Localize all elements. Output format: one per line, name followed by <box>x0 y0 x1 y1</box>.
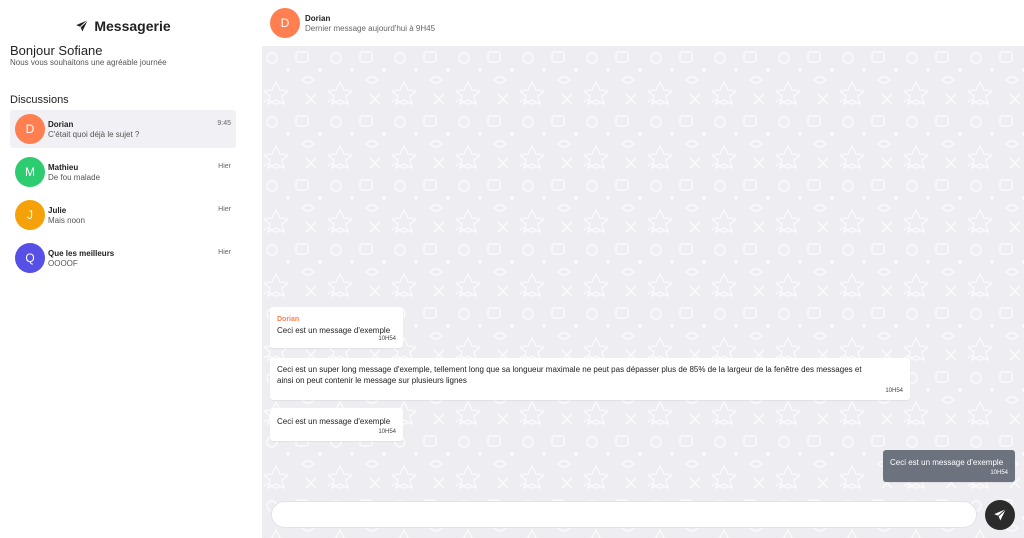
conversation-name: Mathieu <box>48 163 79 172</box>
message-text-line: ainsi on peut contenir le message sur pl… <box>277 376 467 385</box>
conversation-item-mathieu[interactable]: M Mathieu De fou malade Hier <box>10 153 236 191</box>
conversation-time: 9:45 <box>217 120 231 127</box>
sidebar: Messagerie Bonjour Sofiane Nous vous sou… <box>0 0 262 538</box>
avatar: M <box>15 157 45 187</box>
contact-name: Dorian <box>305 14 331 23</box>
conversation-preview: OOOOF <box>48 259 78 268</box>
incoming-message: Dorian Ceci est un message d'exemple 10H… <box>270 307 403 348</box>
message-input[interactable] <box>271 501 977 528</box>
message-text: Ceci est un message d'exemple <box>277 417 391 426</box>
avatar: Q <box>15 243 45 273</box>
conversation-preview: C'était quoi déjà le sujet ? <box>48 130 140 139</box>
message-time: 10H54 <box>990 470 1008 476</box>
conversation-time: Hier <box>218 249 231 256</box>
message-time: 10H54 <box>378 429 396 435</box>
conversation-preview: Mais noon <box>48 216 85 225</box>
brand: Messagerie <box>0 18 246 34</box>
conversation-name: Dorian <box>48 120 74 129</box>
conversation-name: Julie <box>48 206 67 215</box>
chat-panel: D Dorian Dernier message aujourd'hui à 9… <box>262 0 1024 538</box>
message-text-line: Ceci est un super long message d'exemple… <box>277 365 862 374</box>
message-text: Ceci est un message d'exemple <box>277 326 391 335</box>
brand-title: Messagerie <box>94 18 171 34</box>
conversation-item-julie[interactable]: J Julie Mais noon Hier <box>10 196 236 234</box>
greeting: Bonjour Sofiane <box>10 43 103 58</box>
send-plane-icon <box>994 508 1007 521</box>
incoming-message: Ceci est un super long message d'exemple… <box>270 358 910 400</box>
message-sender: Dorian <box>277 316 300 323</box>
conversation-preview: De fou malade <box>48 173 101 182</box>
avatar: J <box>15 200 45 230</box>
contact-avatar[interactable]: D <box>270 8 300 38</box>
conversation-list: D Dorian C'était quoi déjà le sujet ? 9:… <box>10 110 236 282</box>
discussions-heading: Discussions <box>10 94 69 106</box>
subgreeting: Nous vous souhaitons une agréable journé… <box>10 58 167 67</box>
chat-header: D Dorian Dernier message aujourd'hui à 9… <box>262 0 1024 46</box>
message-time: 10H54 <box>378 336 396 342</box>
message-time: 10H54 <box>885 388 903 394</box>
conversation-time: Hier <box>218 163 231 170</box>
outgoing-message: Ceci est un message d'exemple 10H54 <box>883 450 1015 482</box>
conversation-time: Hier <box>218 206 231 213</box>
avatar: D <box>15 114 45 144</box>
incoming-message: Ceci est un message d'exemple 10H54 <box>270 408 403 441</box>
message-area[interactable]: Dorian Ceci est un message d'exemple 10H… <box>262 46 1024 538</box>
send-plane-icon <box>76 19 89 32</box>
send-button[interactable] <box>985 500 1015 530</box>
message-text: Ceci est un message d'exemple <box>890 458 1004 467</box>
conversation-name: Que les meilleurs <box>48 249 115 258</box>
conversation-item-dorian[interactable]: D Dorian C'était quoi déjà le sujet ? 9:… <box>10 110 236 148</box>
last-seen-status: Dernier message aujourd'hui à 9H45 <box>305 24 436 33</box>
conversation-item-que-les-meilleurs[interactable]: Q Que les meilleurs OOOOF Hier <box>10 239 236 277</box>
